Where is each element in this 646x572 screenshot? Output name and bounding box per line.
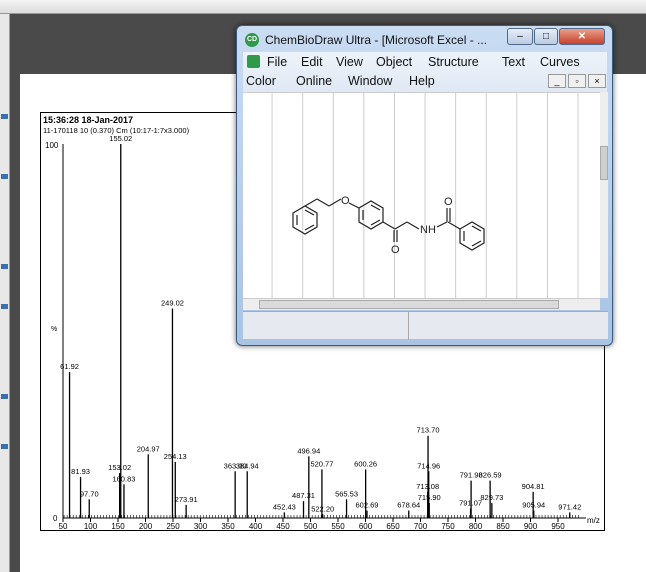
- peak-label: 249.02: [161, 299, 184, 308]
- app-icon: CD: [245, 33, 259, 47]
- molecule-structure: O O NH O: [292, 195, 485, 256]
- tool-icon[interactable]: [1, 114, 8, 119]
- horizontal-scrollbar[interactable]: [243, 298, 600, 310]
- menu-curves[interactable]: Curves: [540, 55, 580, 69]
- peak-label: 496.94: [297, 446, 320, 455]
- peak-label: 155.02: [109, 134, 132, 143]
- tool-icon[interactable]: [1, 304, 8, 309]
- x-tick-label: 500: [304, 522, 318, 531]
- x-tick-label: 50: [59, 522, 68, 531]
- peak-label: 520.77: [310, 459, 333, 468]
- x-unit-label: m/z: [587, 516, 600, 525]
- close-button[interactable]: ✕: [559, 28, 605, 45]
- peak-label: 81.93: [71, 467, 90, 476]
- status-bar: [243, 311, 608, 340]
- drawing-canvas[interactable]: O O NH O: [243, 92, 600, 298]
- menu-bar: File Edit View Object Structure Text Cur…: [243, 52, 607, 92]
- x-tick-label: 850: [496, 522, 510, 531]
- x-tick-label: 900: [524, 522, 538, 531]
- peak-label: 254.13: [164, 452, 187, 461]
- x-tick-label: 550: [331, 522, 345, 531]
- peak-label: 826.59: [479, 471, 502, 480]
- peak-label: 522.20: [311, 504, 334, 513]
- tool-icon[interactable]: [1, 264, 8, 269]
- x-tick-label: 700: [414, 522, 428, 531]
- peak-label: 829.73: [480, 493, 503, 502]
- peak-label: 61.92: [60, 362, 79, 371]
- peak-label: 904.81: [522, 482, 545, 491]
- x-tick-label: 150: [111, 522, 125, 531]
- tool-icon[interactable]: [1, 394, 8, 399]
- svg-text:NH: NH: [420, 224, 436, 236]
- peak-label: 600.26: [354, 459, 377, 468]
- x-tick-label: 600: [359, 522, 373, 531]
- menu-color[interactable]: Color: [246, 74, 276, 88]
- menu-view[interactable]: View: [336, 55, 363, 69]
- left-toolbar: [0, 14, 10, 572]
- peak-label: 97.70: [80, 489, 99, 498]
- doc-close-button[interactable]: ×: [588, 74, 606, 88]
- x-tick-label: 200: [139, 522, 153, 531]
- peak-label: 384.94: [236, 461, 259, 470]
- scroll-thumb[interactable]: [600, 146, 608, 180]
- menu-window[interactable]: Window: [348, 74, 392, 88]
- x-tick-label: 400: [249, 522, 263, 531]
- x-tick-label: 800: [469, 522, 483, 531]
- x-tick-label: 750: [441, 522, 455, 531]
- peak-label: 715.90: [418, 493, 441, 502]
- peak-label: 714.96: [417, 461, 440, 470]
- x-tick-label: 300: [194, 522, 208, 531]
- menu-text[interactable]: Text: [502, 55, 525, 69]
- peak-label: 565.53: [335, 489, 358, 498]
- doc-minimize-button[interactable]: _: [548, 74, 566, 88]
- peak-label: 160.83: [112, 474, 135, 483]
- peak-label: 204.97: [137, 444, 160, 453]
- menu-edit[interactable]: Edit: [301, 55, 323, 69]
- peak-label: 273.91: [175, 495, 198, 504]
- window-title: ChemBioDraw Ultra - [Microsoft Excel - .…: [265, 33, 488, 47]
- minimize-button[interactable]: –: [507, 28, 533, 45]
- menu-structure[interactable]: Structure: [428, 55, 479, 69]
- x-tick-label: 100: [84, 522, 98, 531]
- menu-file[interactable]: File: [267, 55, 287, 69]
- vertical-scrollbar[interactable]: [600, 92, 608, 298]
- peak-label: 713.70: [417, 426, 440, 435]
- scroll-thumb[interactable]: [259, 300, 559, 309]
- svg-text:O: O: [391, 244, 400, 256]
- x-tick-label: 950: [551, 522, 565, 531]
- peak-label: 971.42: [558, 502, 581, 511]
- menu-help[interactable]: Help: [409, 74, 435, 88]
- host-toolbar: [0, 0, 646, 14]
- y-unit-label: %: [51, 326, 57, 333]
- x-tick-label: 250: [166, 522, 180, 531]
- svg-text:O: O: [444, 196, 453, 208]
- tool-icon[interactable]: [1, 174, 8, 179]
- x-tick-label: 450: [276, 522, 290, 531]
- peak-label: 452.43: [273, 502, 296, 511]
- x-tick-label: 350: [221, 522, 235, 531]
- doc-restore-button[interactable]: ▫: [568, 74, 586, 88]
- peak-label: 487.31: [292, 491, 315, 500]
- peak-label: 602.69: [356, 501, 379, 510]
- menu-object[interactable]: Object: [376, 55, 412, 69]
- peak-label: 905.94: [522, 501, 545, 510]
- x-tick-label: 650: [386, 522, 400, 531]
- tool-icon[interactable]: [1, 444, 8, 449]
- y-zero-label: 0: [53, 514, 58, 523]
- chembiodraw-window[interactable]: CD ChemBioDraw Ultra - [Microsoft Excel …: [236, 25, 613, 346]
- document-icon: [247, 55, 260, 68]
- y-top-label: 100: [45, 141, 59, 150]
- peak-label: 153.02: [108, 463, 131, 472]
- maximize-button[interactable]: □: [534, 28, 558, 45]
- svg-text:O: O: [341, 195, 350, 207]
- menu-online[interactable]: Online: [296, 74, 332, 88]
